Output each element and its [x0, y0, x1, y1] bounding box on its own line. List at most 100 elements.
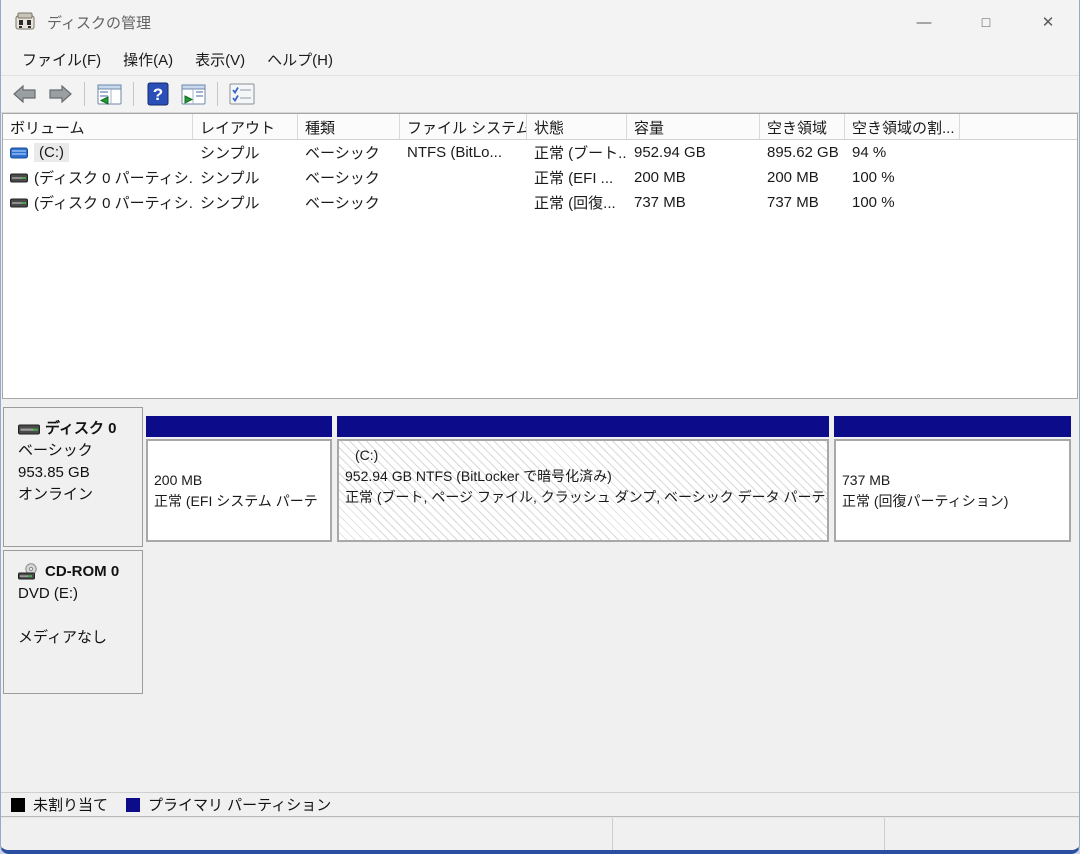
partition-efi-body[interactable]: 200 MB 正常 (EFI システム パーテ: [146, 439, 332, 542]
back-icon[interactable]: [11, 81, 39, 107]
disk-size: 953.85 GB: [18, 462, 136, 484]
forward-icon[interactable]: [46, 81, 74, 107]
volume-cell: (ディスク 0 パーティシ...: [3, 192, 193, 213]
volume-cell: (C:): [3, 143, 193, 162]
partition-size: 200 MB: [154, 470, 324, 491]
column-header-free-space[interactable]: 空き領域: [760, 114, 845, 139]
column-header-free-percent[interactable]: 空き領域の割...: [845, 114, 960, 139]
status-cell: 正常 (ブート...: [527, 142, 627, 163]
close-button[interactable]: ✕: [1017, 0, 1079, 44]
column-header-capacity[interactable]: 容量: [627, 114, 760, 139]
cdrom-name: CD-ROM 0: [45, 561, 119, 583]
partition-efi-colorbar: [146, 416, 332, 437]
free-percent-cell: 100 %: [845, 169, 960, 186]
column-header-status[interactable]: 状態: [527, 114, 627, 139]
cdrom-empty-area: [143, 550, 1079, 694]
volume-label: (ディスク 0 パーティシ...: [34, 167, 193, 188]
help-icon[interactable]: ?: [144, 81, 172, 107]
menu-help[interactable]: ヘルプ(H): [256, 45, 344, 74]
partition-c-body[interactable]: (C:) 952.94 GB NTFS (BitLocker で暗号化済み) 正…: [337, 439, 829, 542]
free-space-cell: 737 MB: [760, 194, 845, 211]
partition-recovery-colorbar: [834, 416, 1071, 437]
maximize-button[interactable]: □: [955, 0, 1017, 44]
partition-size: 737 MB: [842, 470, 1063, 491]
disk-management-window: ディスクの管理 — □ ✕ ファイル(F) 操作(A) 表示(V) ヘルプ(H): [0, 0, 1080, 854]
status-segment: [1, 818, 613, 850]
window-title: ディスクの管理: [47, 12, 151, 33]
status-bar: [1, 817, 1079, 850]
partition-status: 正常 (回復パーティション): [842, 491, 1063, 512]
disk-type: ベーシック: [18, 440, 136, 462]
column-header-layout[interactable]: レイアウト: [193, 114, 298, 139]
cdrom-0-panel[interactable]: CD-ROM 0 DVD (E:) メディアなし: [3, 550, 143, 694]
table-row-efi-partition[interactable]: (ディスク 0 パーティシ... シンプル ベーシック 正常 (EFI ... …: [3, 165, 1077, 190]
type-cell: ベーシック: [298, 167, 400, 188]
partition-status: 正常 (EFI システム パーテ: [154, 491, 324, 512]
cdrom-0-title: CD-ROM 0: [18, 561, 136, 583]
unallocated-swatch: [11, 798, 25, 812]
cdrom-media-status: メディアなし: [18, 627, 136, 649]
action-pane-icon[interactable]: [179, 81, 207, 107]
window-controls: — □ ✕: [893, 0, 1079, 44]
toolbar-separator: [133, 82, 134, 106]
app-icon[interactable]: [15, 12, 37, 32]
cd-rom-icon: [18, 563, 40, 581]
toolbar-separator: [217, 82, 218, 106]
free-space-cell: 200 MB: [760, 169, 845, 186]
minimize-button[interactable]: —: [893, 0, 955, 44]
capacity-cell: 952.94 GB: [627, 144, 760, 161]
table-row-recovery-partition[interactable]: (ディスク 0 パーティシ... シンプル ベーシック 正常 (回復... 73…: [3, 190, 1077, 215]
disk-0-partitions: 200 MB 正常 (EFI システム パーテ (C:) 952.94 GB N…: [143, 407, 1079, 547]
column-header-filesystem[interactable]: ファイル システム: [400, 114, 527, 139]
legend-bar: 未割り当て プライマリ パーティション: [1, 792, 1079, 817]
status-segment: [613, 818, 885, 850]
console-tree-icon[interactable]: [95, 81, 123, 107]
status-cell: 正常 (EFI ...: [527, 167, 627, 188]
primary-partition-swatch: [126, 798, 140, 812]
status-cell: 正常 (回復...: [527, 192, 627, 213]
type-cell: ベーシック: [298, 192, 400, 213]
disk-0-title: ディスク 0: [18, 418, 136, 440]
toolbar: ?: [1, 76, 1079, 113]
free-percent-cell: 100 %: [845, 194, 960, 211]
menu-action[interactable]: 操作(A): [112, 45, 184, 74]
layout-cell: シンプル: [193, 142, 298, 163]
table-row-volume-c[interactable]: (C:) シンプル ベーシック NTFS (BitLo... 正常 (ブート..…: [3, 140, 1077, 165]
disk-graphical-view: ディスク 0 ベーシック 953.85 GB オンライン 200 MB 正常 (…: [1, 399, 1079, 792]
primary-partition-label: プライマリ パーティション: [148, 794, 331, 815]
status-segment: [885, 818, 1079, 850]
disk-0-row: ディスク 0 ベーシック 953.85 GB オンライン 200 MB 正常 (…: [3, 407, 1079, 547]
partition-c[interactable]: (C:) 952.94 GB NTFS (BitLocker で暗号化済み) 正…: [337, 416, 829, 542]
disk-name: ディスク 0: [45, 418, 116, 440]
partition-recovery[interactable]: 737 MB 正常 (回復パーティション): [834, 416, 1071, 542]
filesystem-cell: NTFS (BitLo...: [400, 144, 527, 161]
free-percent-cell: 94 %: [845, 144, 960, 161]
menu-file[interactable]: ファイル(F): [11, 45, 112, 74]
volume-label: (ディスク 0 パーティシ...: [34, 192, 193, 213]
spacer: [18, 605, 136, 627]
column-header-volume[interactable]: ボリューム: [3, 114, 193, 139]
partition-size: 952.94 GB NTFS (BitLocker で暗号化済み): [345, 466, 821, 487]
unallocated-label: 未割り当て: [33, 794, 108, 815]
menu-view[interactable]: 表示(V): [184, 45, 256, 74]
volume-list-header: ボリューム レイアウト 種類 ファイル システム 状態 容量 空き領域 空き領域…: [3, 114, 1077, 140]
partition-recovery-body[interactable]: 737 MB 正常 (回復パーティション): [834, 439, 1071, 542]
properties-icon[interactable]: [228, 81, 256, 107]
type-cell: ベーシック: [298, 142, 400, 163]
partition-letter: (C:): [345, 445, 821, 466]
menu-bar: ファイル(F) 操作(A) 表示(V) ヘルプ(H): [1, 44, 1079, 76]
layout-cell: シンプル: [193, 192, 298, 213]
cdrom-drive-letter: DVD (E:): [18, 583, 136, 605]
disk-0-panel[interactable]: ディスク 0 ベーシック 953.85 GB オンライン: [3, 407, 143, 547]
volume-label: (C:): [34, 143, 69, 162]
volume-drive-icon: [10, 172, 28, 184]
layout-cell: シンプル: [193, 167, 298, 188]
hard-disk-icon: [18, 423, 40, 436]
cdrom-0-row: CD-ROM 0 DVD (E:) メディアなし: [3, 550, 1079, 694]
volume-drive-icon: [10, 147, 28, 159]
partition-efi[interactable]: 200 MB 正常 (EFI システム パーテ: [146, 416, 332, 542]
free-space-cell: 895.62 GB: [760, 144, 845, 161]
toolbar-separator: [84, 82, 85, 106]
column-header-type[interactable]: 種類: [298, 114, 400, 139]
partition-c-colorbar: [337, 416, 829, 437]
